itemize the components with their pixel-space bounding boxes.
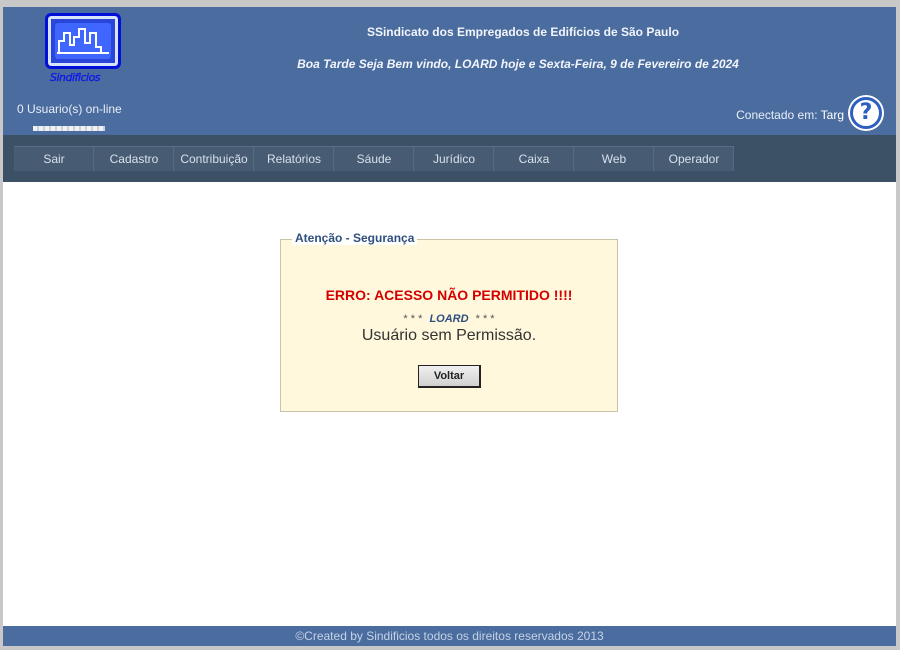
help-icon[interactable]: ? xyxy=(850,97,882,129)
main-content: Atenção - Segurança ERRO: ACESSO NÃO PER… xyxy=(3,182,896,626)
connected-label: Conectado em: xyxy=(736,108,818,122)
main-menu: Sair Cadastro Contribuição Relatórios Sá… xyxy=(14,146,734,171)
user-line: * * * LOARD * * * xyxy=(281,313,617,325)
connected-status: Conectado em: Targ xyxy=(736,108,844,122)
menu-item-sair[interactable]: Sair xyxy=(14,147,94,171)
navbar: Sair Cadastro Contribuição Relatórios Sá… xyxy=(3,135,896,182)
menu-item-caixa[interactable]: Caixa xyxy=(494,147,574,171)
buildings-icon xyxy=(57,28,109,54)
logo-monitor-icon xyxy=(45,13,121,69)
stars-left: * * * xyxy=(403,313,423,325)
menu-item-juridico[interactable]: Jurídico xyxy=(414,147,494,171)
logo-text: Sindificios xyxy=(50,71,101,84)
menu-item-cadastro[interactable]: Cadastro xyxy=(94,147,174,171)
connected-value: Targ xyxy=(820,108,844,122)
users-online-bar xyxy=(33,126,105,131)
site-title: SSindicato dos Empregados de Edifícios d… xyxy=(366,25,680,39)
back-button[interactable]: Voltar xyxy=(418,365,481,388)
alert-legend: Atenção - Segurança xyxy=(292,231,418,245)
username: LOARD xyxy=(429,313,469,325)
security-alert-box: Atenção - Segurança ERRO: ACESSO NÃO PER… xyxy=(280,231,618,412)
header: Sindificios 0 Usuario(s) on-line SSindic… xyxy=(3,7,896,135)
menu-item-operador[interactable]: Operador xyxy=(654,147,734,171)
error-title: ERRO: ACESSO NÃO PERMITIDO !!!! xyxy=(325,287,573,303)
users-online-count: 0 Usuario(s) on-line xyxy=(17,102,122,116)
footer: ©Created by Sindificios todos os direito… xyxy=(3,626,896,646)
menu-item-saude[interactable]: Sáude xyxy=(334,147,414,171)
welcome-message: Boa Tarde Seja Bem vindo, LOARD hoje e S… xyxy=(297,57,739,71)
logo: Sindificios xyxy=(44,13,122,87)
permission-message: Usuário sem Permissão. xyxy=(361,327,537,344)
logo-screen xyxy=(55,23,111,59)
menu-item-web[interactable]: Web xyxy=(574,147,654,171)
page-frame: Sindificios 0 Usuario(s) on-line SSindic… xyxy=(3,7,896,646)
menu-item-contribuicao[interactable]: Contribuição xyxy=(174,147,254,171)
menu-item-relatorios[interactable]: Relatórios xyxy=(254,147,334,171)
stars-right: * * * xyxy=(475,313,495,325)
